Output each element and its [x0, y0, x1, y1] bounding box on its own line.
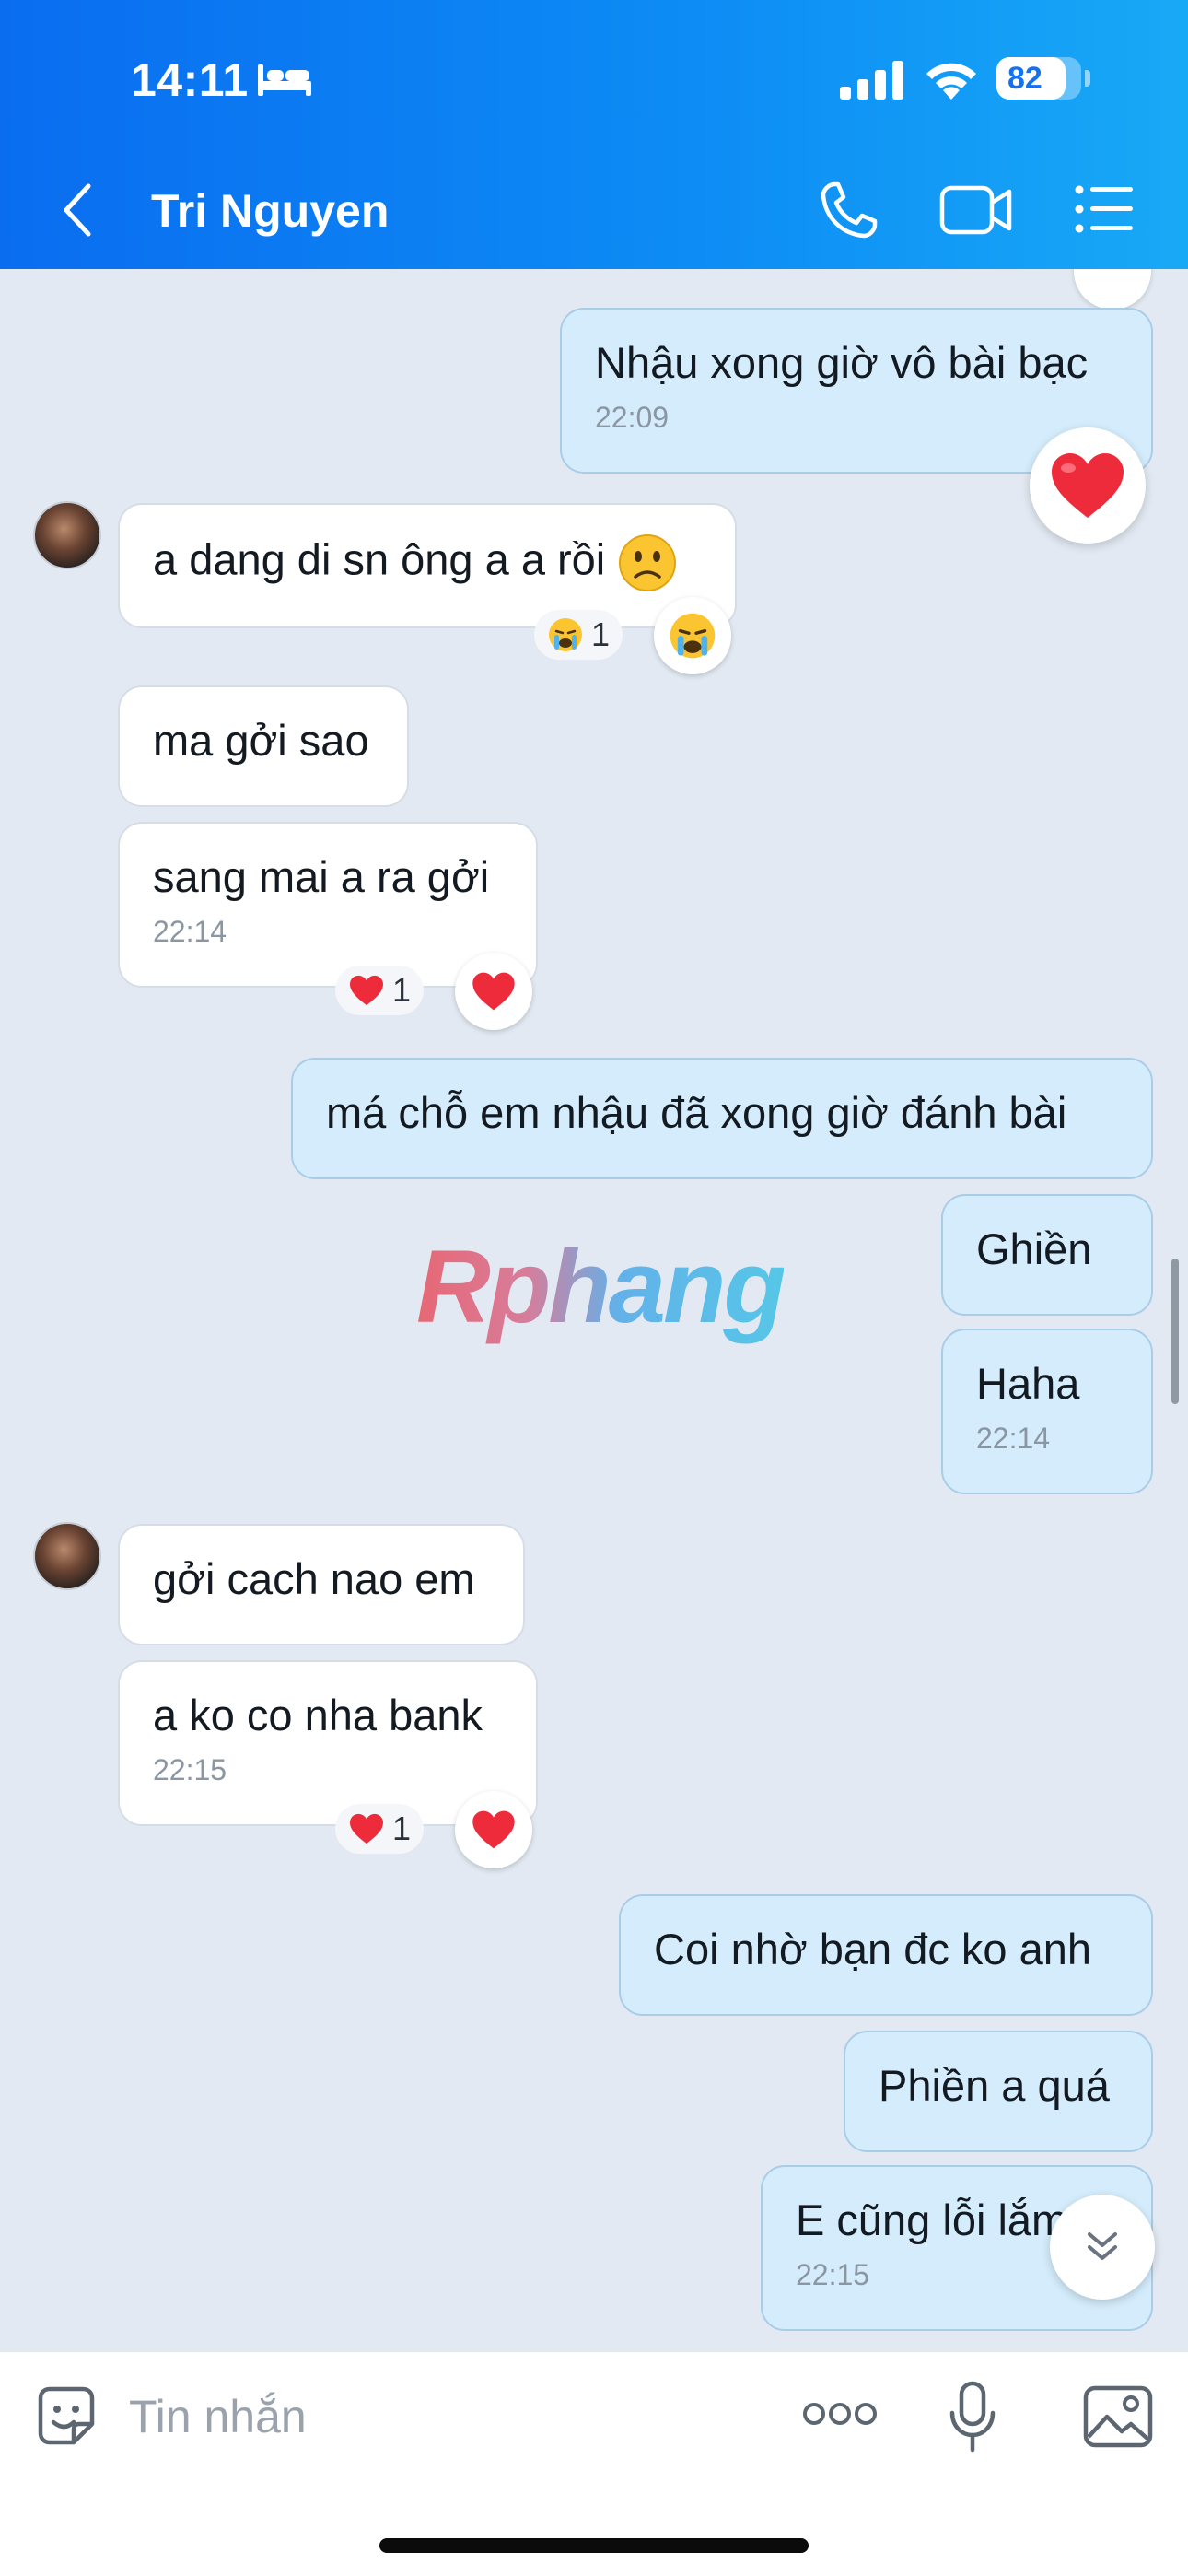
- battery-indicator: 82: [996, 57, 1081, 100]
- message-time: 22:15: [153, 1753, 227, 1786]
- received-message[interactable]: ma gởi sao: [118, 685, 409, 807]
- message-list[interactable]: Nhậu xong giờ vô bài bạc 22:09 a dang di…: [0, 269, 1188, 2351]
- crying-face-icon: [549, 618, 582, 651]
- message-time: 22:09: [595, 401, 670, 434]
- received-message[interactable]: gởi cach nao em: [118, 1524, 525, 1645]
- message-input[interactable]: [129, 2380, 774, 2453]
- scroll-to-bottom-button[interactable]: [1050, 2195, 1155, 2300]
- double-chevron-down-icon: [1088, 2232, 1117, 2260]
- wifi-icon: [926, 63, 976, 100]
- message-text: gởi cach nao em: [153, 1554, 475, 1603]
- battery-level: 82: [1007, 60, 1042, 96]
- message-text: Phiền a quá: [879, 2061, 1110, 2110]
- message-text: Coi nhờ bạn đc ko anh: [654, 1925, 1092, 1973]
- menu-list-icon[interactable]: [1074, 184, 1135, 234]
- status-time: 14:11: [131, 54, 249, 106]
- more-options-icon[interactable]: [801, 2400, 879, 2428]
- sent-message[interactable]: Ghiền: [941, 1194, 1153, 1316]
- heart-icon: [1052, 453, 1124, 518]
- battery-nub: [1085, 70, 1090, 87]
- microphone-icon[interactable]: [949, 2380, 996, 2453]
- reaction-summary[interactable]: 1: [335, 1804, 425, 1854]
- message-text: a dang di sn ông a a rồi: [153, 534, 606, 584]
- message-time: 22:14: [153, 915, 227, 948]
- heart-icon: [350, 1813, 383, 1844]
- chat-header: 14:11 82 Tri Nguyen: [0, 0, 1188, 269]
- contact-name[interactable]: Tri Nguyen: [151, 184, 389, 238]
- scroll-chevron-icon[interactable]: [1074, 269, 1151, 310]
- message-text: ma gởi sao: [153, 716, 369, 765]
- watermark-logo: Rphang: [416, 1229, 786, 1344]
- reaction-count: 1: [591, 615, 611, 653]
- reaction-summary[interactable]: 1: [335, 966, 425, 1015]
- heart-reaction-button[interactable]: [455, 1791, 532, 1868]
- received-message[interactable]: a dang di sn ông a a rồi: [118, 503, 737, 628]
- message-text: Ghiền: [976, 1224, 1092, 1273]
- home-indicator: [379, 2538, 809, 2553]
- reaction-count: 1: [392, 1809, 412, 1847]
- message-text: Haha: [976, 1359, 1080, 1408]
- sad-face-emoji-icon: [619, 534, 677, 591]
- message-composer: [0, 2351, 1188, 2576]
- message-time: 22:14: [976, 1422, 1051, 1455]
- heart-reaction-button[interactable]: [455, 953, 532, 1030]
- sent-message[interactable]: Phiền a quá: [844, 2031, 1153, 2152]
- back-arrow-icon[interactable]: [59, 181, 96, 240]
- message-text: Nhậu xong giờ vô bài bạc: [595, 338, 1089, 387]
- crying-face-icon: [670, 613, 716, 659]
- contact-avatar[interactable]: [33, 501, 101, 569]
- sent-message[interactable]: má chỗ em nhậu đã xong giờ đánh bài: [291, 1058, 1153, 1179]
- phone-call-icon[interactable]: [818, 179, 880, 241]
- heart-icon: [472, 1810, 515, 1849]
- image-gallery-icon[interactable]: [1083, 2385, 1153, 2448]
- reaction-summary[interactable]: 1: [534, 610, 623, 660]
- heart-reaction-button[interactable]: [1030, 427, 1146, 544]
- crying-reaction-button[interactable]: [654, 597, 731, 674]
- message-text: sang mai a ra gởi: [153, 852, 490, 901]
- heart-icon: [472, 972, 515, 1011]
- video-call-icon[interactable]: [939, 182, 1013, 238]
- sent-message[interactable]: Coi nhờ bạn đc ko anh: [619, 1894, 1153, 2016]
- message-text: E cũng lỗi lắm: [796, 2195, 1068, 2244]
- contact-avatar[interactable]: [33, 1522, 101, 1590]
- heart-icon: [350, 975, 383, 1006]
- bed-icon: [258, 64, 311, 96]
- sent-message[interactable]: Haha 22:14: [941, 1329, 1153, 1494]
- reaction-count: 1: [392, 971, 412, 1009]
- sticker-icon[interactable]: [33, 2383, 99, 2450]
- message-text: a ko co nha bank: [153, 1691, 483, 1739]
- message-text: má chỗ em nhậu đã xong giờ đánh bài: [326, 1088, 1067, 1137]
- scrollbar[interactable]: [1171, 1259, 1179, 1404]
- cellular-signal-icon: [840, 61, 903, 100]
